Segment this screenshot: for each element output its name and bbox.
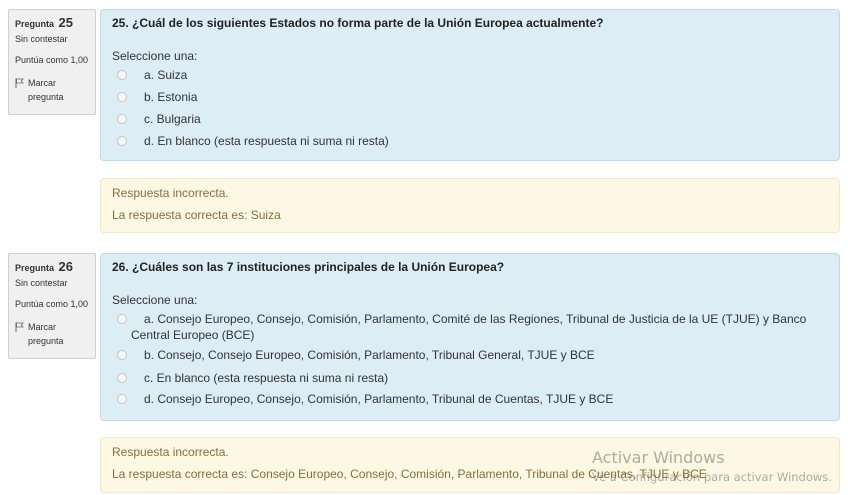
question-box-25: 25. ¿Cuál de los siguientes Estados no f… (100, 9, 840, 161)
question-text: 25. ¿Cuál de los siguientes Estados no f… (112, 16, 604, 30)
radio-button[interactable] (117, 136, 127, 146)
radio-button[interactable] (117, 92, 127, 102)
radio-button[interactable] (117, 350, 127, 360)
question-score: Puntúa como 1,00 (15, 55, 89, 65)
radio-button[interactable] (117, 394, 127, 404)
question-number-line: Pregunta 25 (15, 15, 89, 30)
question-score: Puntúa como 1,00 (15, 299, 89, 309)
flag-question-label: Marcar pregunta (28, 322, 64, 346)
answer-option-label: b. Consejo, Consejo Europeo, Comisión, P… (144, 348, 595, 362)
flag-question-button[interactable]: Marcar pregunta (15, 320, 89, 348)
question-status: Sin contestar (15, 34, 68, 44)
radio-button[interactable] (117, 70, 127, 80)
answer-option-d[interactable]: d. Consejo Europeo, Consejo, Comisión, P… (115, 391, 823, 407)
answer-option-label: b. Estonia (144, 90, 198, 104)
question-number: 25 (58, 15, 73, 30)
answer-option-b[interactable]: b. Consejo, Consejo Europeo, Comisión, P… (115, 347, 823, 363)
activation-watermark-subtitle: Ve a Configuración para activar Windows. (592, 470, 832, 484)
answer-option-label: d. Consejo Europeo, Consejo, Comisión, P… (144, 392, 614, 406)
select-one-prompt: Seleccione una: (112, 49, 198, 63)
answer-option-d[interactable]: d. En blanco (esta respuesta ni suma ni … (115, 133, 823, 149)
answer-option-a[interactable]: a. Suiza (115, 67, 823, 83)
question-label: Pregunta (15, 263, 55, 273)
answer-option-label: c. Bulgaria (144, 112, 201, 126)
flag-icon (15, 78, 24, 88)
flag-icon (15, 322, 24, 332)
radio-button[interactable] (117, 114, 127, 124)
select-one-prompt: Seleccione una: (112, 293, 198, 307)
question-box-26: 26. ¿Cuáles son las 7 instituciones prin… (100, 253, 840, 421)
feedback-result: Respuesta incorrecta. (112, 445, 229, 459)
answer-option-b[interactable]: b. Estonia (115, 89, 823, 105)
radio-button[interactable] (117, 373, 127, 383)
activation-watermark-title: Activar Windows (592, 448, 725, 467)
answer-option-label: d. En blanco (esta respuesta ni suma ni … (144, 134, 389, 148)
answer-option-label: c. En blanco (esta respuesta ni suma ni … (144, 371, 389, 385)
feedback-result: Respuesta incorrecta. (112, 186, 229, 200)
question-info-26: Pregunta 26 Sin contestar Puntúa como 1,… (8, 253, 96, 359)
radio-button[interactable] (117, 314, 127, 324)
flag-question-button[interactable]: Marcar pregunta (15, 76, 89, 104)
question-info-25: Pregunta 25 Sin contestar Puntúa como 1,… (8, 9, 96, 115)
flag-question-label: Marcar pregunta (28, 78, 64, 102)
answer-option-c[interactable]: c. Bulgaria (115, 111, 823, 127)
answer-option-label: a. Suiza (144, 68, 188, 82)
answer-option-label: a. Consejo Europeo, Consejo, Comisión, P… (131, 312, 807, 342)
feedback-box-26: Respuesta incorrecta. La respuesta corre… (100, 437, 840, 493)
answer-option-c[interactable]: c. En blanco (esta respuesta ni suma ni … (115, 370, 823, 386)
answer-option-a[interactable]: a. Consejo Europeo, Consejo, Comisión, P… (115, 311, 823, 343)
feedback-box-25: Respuesta incorrecta. La respuesta corre… (100, 178, 840, 233)
question-label: Pregunta (15, 19, 55, 29)
question-status: Sin contestar (15, 278, 68, 288)
question-number-line: Pregunta 26 (15, 259, 89, 274)
question-number: 26 (58, 259, 73, 274)
question-text: 26. ¿Cuáles son las 7 instituciones prin… (112, 260, 505, 274)
feedback-correct-answer: La respuesta correcta es: Suiza (112, 208, 281, 222)
